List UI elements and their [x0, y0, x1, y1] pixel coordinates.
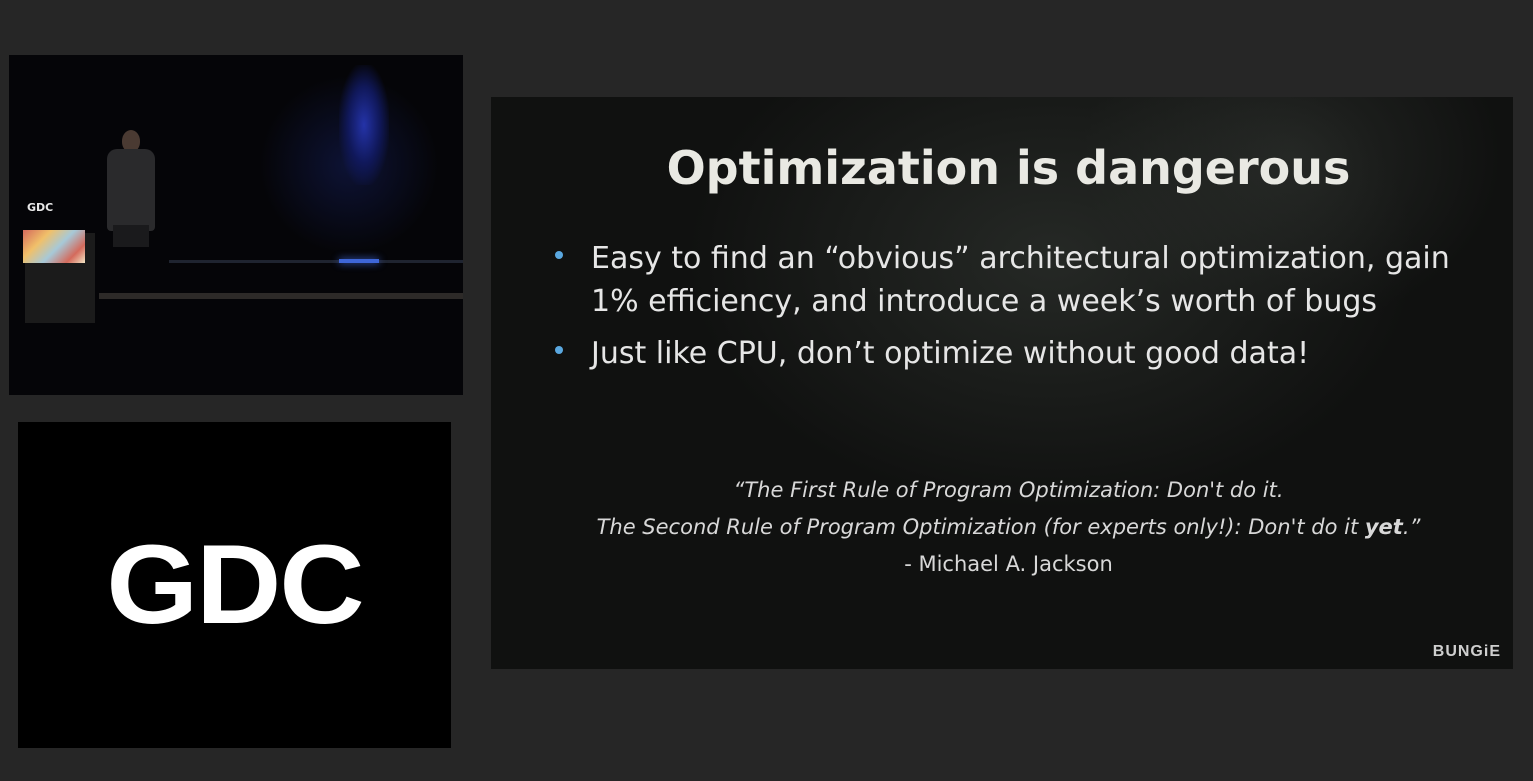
- slide-bullet: Easy to find an “obvious” architectural …: [553, 237, 1453, 323]
- slide-bullet: Just like CPU, don’t optimize without go…: [553, 332, 1453, 375]
- quote-line-2-text: The Second Rule of Program Optimization …: [596, 515, 1365, 539]
- speaker-legs: [113, 225, 149, 247]
- bungie-logo-icon: BUNGiE: [1432, 643, 1501, 660]
- speaker-figure: [107, 149, 155, 231]
- slide-bullet-text: Just like CPU, don’t optimize without go…: [591, 336, 1310, 371]
- quote-line-2: The Second Rule of Program Optimization …: [491, 509, 1526, 546]
- quote-line-2-end: .”: [1402, 515, 1421, 539]
- quote-emphasis: yet: [1364, 515, 1403, 539]
- bullet-dot-icon: [555, 251, 563, 259]
- slide-title: Optimization is dangerous: [666, 141, 1351, 195]
- presentation-slide: Optimization is dangerous Easy to find a…: [491, 97, 1513, 669]
- slide-bullet-list: Easy to find an “obvious” architectural …: [553, 237, 1453, 384]
- podium-banner: [23, 230, 85, 263]
- slide-bullet-text: Easy to find an “obvious” architectural …: [591, 241, 1450, 319]
- gdc-logo-icon: GDC: [106, 522, 364, 648]
- stage-light-strip: [339, 259, 379, 263]
- stage-table: [99, 293, 463, 299]
- bullet-dot-icon: [555, 346, 563, 354]
- stage-spotlight: [339, 65, 389, 185]
- stage-rail: [169, 260, 463, 263]
- slide-quote: “The First Rule of Program Optimization:…: [491, 472, 1526, 583]
- speaker-camera-feed: GDC: [9, 55, 463, 395]
- quote-attribution: - Michael A. Jackson: [904, 552, 1113, 576]
- quote-line-1: “The First Rule of Program Optimization:…: [733, 478, 1284, 502]
- podium-logo-icon: GDC: [27, 201, 54, 214]
- conference-logo-panel: GDC: [18, 422, 451, 748]
